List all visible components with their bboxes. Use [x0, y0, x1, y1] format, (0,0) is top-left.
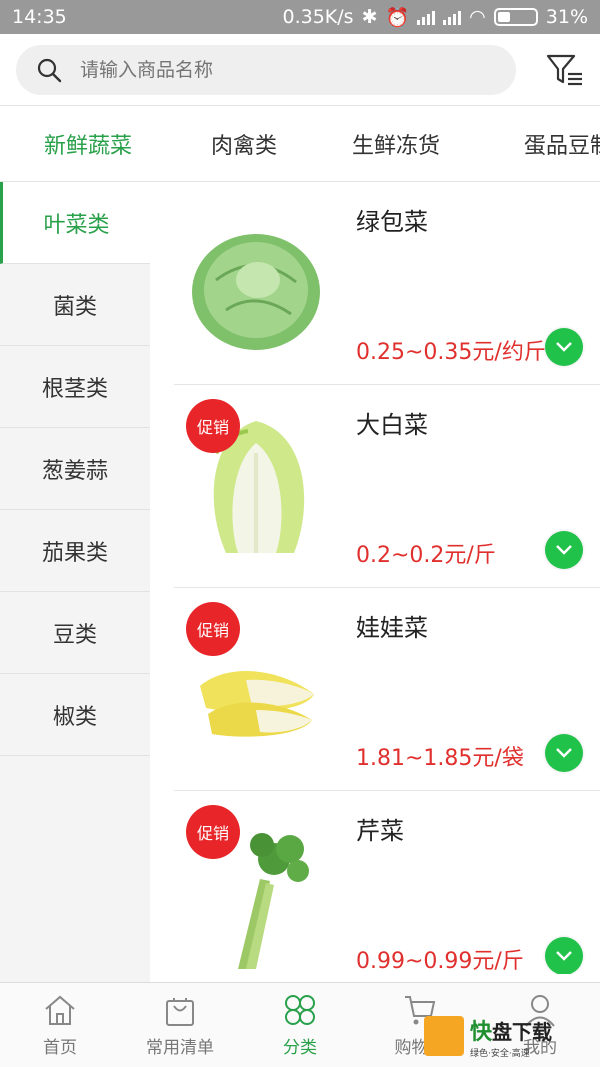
- sidebar-item-scallion-ginger-garlic[interactable]: 葱姜蒜: [0, 428, 150, 510]
- home-icon: [45, 995, 75, 1025]
- watermark-text: 快盘下载 绿色·安全·高速: [470, 1014, 552, 1059]
- sidebar-item-peppers[interactable]: 椒类: [0, 674, 150, 756]
- sidebar-item-beans[interactable]: 豆类: [0, 592, 150, 674]
- subcategory-sidebar: 叶菜类 菌类 根茎类 葱姜蒜 茄果类 豆类 椒类: [0, 182, 150, 982]
- search-box[interactable]: [16, 45, 516, 95]
- clover-icon: [285, 995, 315, 1025]
- tab-fresh-vegetables[interactable]: 新鲜蔬菜: [0, 128, 176, 160]
- tab-meat-poultry[interactable]: 肉禽类: [176, 128, 312, 160]
- tab-eggs-tofu[interactable]: 蛋品豆制品: [480, 128, 600, 160]
- chevron-down-icon: [556, 342, 572, 352]
- search-icon: [37, 58, 62, 83]
- product-price: 0.2~0.2元/斤: [356, 543, 496, 568]
- add-to-cart-button[interactable]: [545, 734, 583, 772]
- watermark-logo: 快盘下载 绿色·安全·高速: [424, 1010, 594, 1062]
- watermark-k-icon: [424, 1016, 464, 1056]
- watermark-brand-1: 快: [470, 1019, 493, 1045]
- status-time: 14:35: [12, 6, 67, 28]
- promo-badge: 促销: [186, 602, 240, 656]
- alarm-icon: ⏰: [385, 6, 410, 29]
- bag-icon: [166, 998, 194, 1026]
- product-name: 芹菜: [356, 817, 404, 845]
- nav-label: 分类: [283, 1038, 317, 1058]
- product-item[interactable]: 绿包菜 0.25~0.35元/约斤: [174, 182, 600, 385]
- bluetooth-icon: ✱: [361, 6, 378, 28]
- filter-icon[interactable]: [546, 52, 584, 88]
- sidebar-item-nightshade[interactable]: 茄果类: [0, 510, 150, 592]
- cabbage-image: [192, 234, 320, 350]
- battery-percent: 31%: [545, 6, 588, 28]
- product-name: 绿包菜: [356, 208, 428, 236]
- product-list: 绿包菜 0.25~0.35元/约斤 促销 大白菜 0.2~0.2元/斤 促销 娃…: [150, 182, 600, 974]
- promo-badge: 促销: [186, 805, 240, 859]
- wifi-icon: ◠: [469, 6, 486, 28]
- watermark-brand-2: 盘下载: [492, 1019, 553, 1044]
- product-price: 0.25~0.35元/约斤: [356, 340, 546, 365]
- product-item[interactable]: 促销 娃娃菜 1.81~1.85元/袋: [174, 588, 600, 791]
- tab-frozen-seafood[interactable]: 生鲜冻货: [312, 128, 480, 160]
- chevron-down-icon: [556, 748, 572, 758]
- add-to-cart-button[interactable]: [545, 328, 583, 366]
- nav-label: 首页: [43, 1038, 77, 1058]
- status-bar: 14:35 0.35K/s ✱ ⏰ ◠ 31%: [0, 0, 600, 34]
- network-speed: 0.35K/s: [282, 6, 354, 28]
- add-to-cart-button[interactable]: [545, 531, 583, 569]
- nav-label: 常用清单: [146, 1038, 214, 1058]
- chevron-down-icon: [556, 951, 572, 961]
- nav-shopping-list[interactable]: 常用清单: [120, 983, 240, 1067]
- product-item[interactable]: 促销 芹菜 0.99~0.99元/斤: [174, 791, 600, 974]
- sidebar-item-mushroom[interactable]: 菌类: [0, 264, 150, 346]
- status-right: 0.35K/s ✱ ⏰ ◠ 31%: [283, 6, 589, 29]
- promo-badge: 促销: [186, 399, 240, 453]
- add-to-cart-button[interactable]: [545, 937, 583, 974]
- search-input[interactable]: [80, 59, 460, 81]
- product-name: 大白菜: [356, 411, 428, 439]
- nav-home[interactable]: 首页: [0, 983, 120, 1067]
- battery-icon: [493, 8, 538, 26]
- search-header: [0, 34, 600, 106]
- signal-icon: [417, 9, 436, 25]
- product-price: 0.99~0.99元/斤: [356, 949, 524, 974]
- chevron-down-icon: [556, 545, 572, 555]
- product-item[interactable]: 促销 大白菜 0.2~0.2元/斤: [174, 385, 600, 588]
- nav-category[interactable]: 分类: [240, 983, 360, 1067]
- product-price: 1.81~1.85元/袋: [356, 746, 524, 771]
- product-name: 娃娃菜: [356, 614, 428, 642]
- signal-icon-2: [443, 9, 462, 25]
- sidebar-item-leafy[interactable]: 叶菜类: [0, 182, 150, 264]
- sidebar-item-root[interactable]: 根茎类: [0, 346, 150, 428]
- watermark-slogan: 绿色·安全·高速: [470, 1048, 530, 1059]
- category-tabs: 新鲜蔬菜 肉禽类 生鲜冻货 蛋品豆制品: [0, 106, 600, 182]
